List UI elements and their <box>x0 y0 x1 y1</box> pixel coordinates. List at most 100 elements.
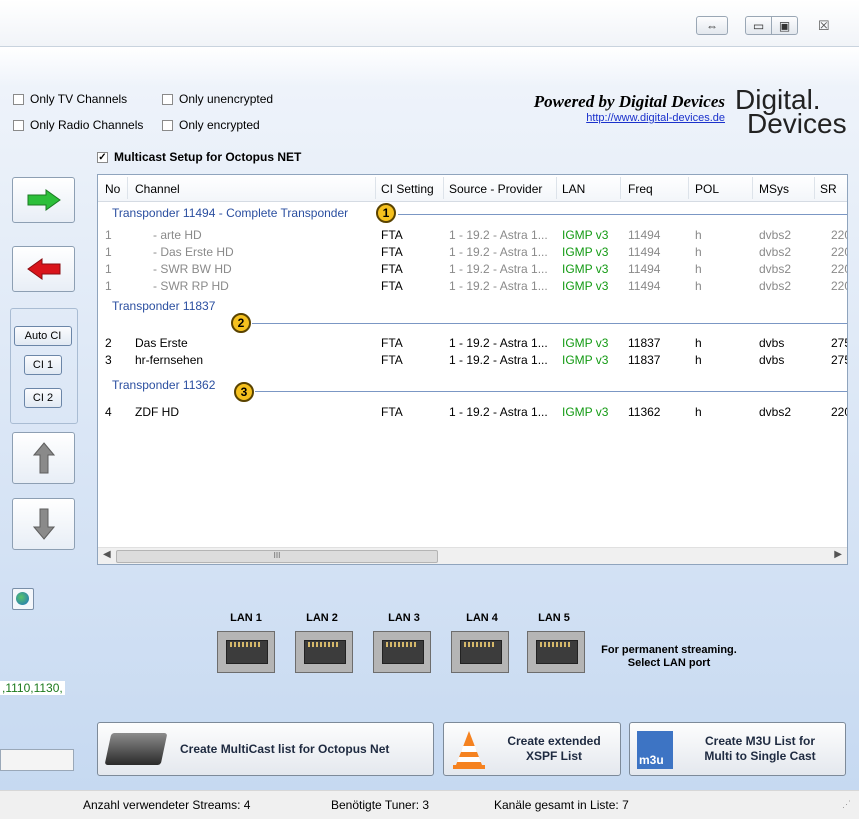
cell-source: 1 - 19.2 - Astra 1... <box>449 262 548 276</box>
only-unencrypted-checkbox[interactable]: Only unencrypted <box>162 92 273 106</box>
close-button[interactable]: ☒ <box>818 18 830 34</box>
powered-by-text: Powered by Digital Devices <box>533 92 725 111</box>
cell-no: 1 <box>105 228 112 242</box>
scroll-left-icon[interactable]: ◀ <box>103 549 111 560</box>
cell-pol: h <box>695 228 702 242</box>
table-row[interactable]: 3 hr-fernsehen FTA 1 - 19.2 - Astra 1...… <box>98 352 847 369</box>
checkbox-box <box>162 93 173 105</box>
status-streams: Anzahl verwendeter Streams: 4 <box>83 798 251 812</box>
multicast-setup-checkbox[interactable]: ✓ Multicast Setup for Octopus NET <box>97 150 301 164</box>
cell-ci: FTA <box>381 228 403 242</box>
table-row[interactable]: 1 - arte HD FTA 1 - 19.2 - Astra 1... IG… <box>98 227 847 244</box>
cell-ci: FTA <box>381 262 403 276</box>
checkbox-box: ✓ <box>97 151 108 163</box>
cell-ci: FTA <box>381 405 403 419</box>
lan-port-3[interactable] <box>373 631 431 673</box>
channel-list-header: No Channel CI Setting Source - Provider … <box>98 175 847 202</box>
cell-sr: 220 <box>831 279 847 293</box>
cell-channel: - arte HD <box>153 228 202 242</box>
table-row[interactable]: 4 ZDF HD FTA 1 - 19.2 - Astra 1... IGMP … <box>98 404 847 421</box>
only-encrypted-checkbox[interactable]: Only encrypted <box>162 118 260 132</box>
cell-lan: IGMP v3 <box>562 336 609 350</box>
col-ci-setting[interactable]: CI Setting <box>381 182 434 196</box>
table-row[interactable]: 1 - Das Erste HD FTA 1 - 19.2 - Astra 1.… <box>98 244 847 261</box>
group-divider-line <box>252 323 847 324</box>
cell-pol: h <box>695 279 702 293</box>
octopus-net-device-icon <box>104 733 168 765</box>
cell-freq: 11362 <box>628 405 661 419</box>
only-tv-checkbox[interactable]: Only TV Channels <box>13 92 127 106</box>
cell-source: 1 - 19.2 - Astra 1... <box>449 405 548 419</box>
cell-ci: FTA <box>381 336 403 350</box>
globe-button[interactable] <box>12 588 34 610</box>
left-bottom-field[interactable] <box>0 749 74 771</box>
website-link[interactable]: http://www.digital-devices.de <box>525 112 725 124</box>
globe-icon <box>16 592 29 605</box>
checkbox-box <box>13 93 24 105</box>
lan-port-1[interactable] <box>217 631 275 673</box>
scroll-right-icon[interactable]: ▶ <box>834 549 842 560</box>
cell-no: 2 <box>105 336 112 350</box>
cell-pol: h <box>695 336 702 350</box>
digital-devices-logo: Digital. Devices <box>735 86 855 138</box>
col-channel[interactable]: Channel <box>135 182 180 196</box>
group-header-1[interactable]: Transponder 11494 - Complete Transponder <box>112 206 348 224</box>
cell-pol: h <box>695 262 702 276</box>
lan-port-2[interactable] <box>295 631 353 673</box>
resize-grip-icon[interactable]: ⋰ <box>842 799 851 810</box>
create-multicast-button[interactable]: Create MultiCast list for Octopus Net <box>97 722 434 776</box>
col-lan[interactable]: LAN <box>562 182 585 196</box>
multicast-setup-label: Multicast Setup for Octopus NET <box>114 150 302 164</box>
scroll-thumb[interactable]: III <box>116 550 438 563</box>
lan-label-2: LAN 2 <box>306 612 338 624</box>
horizontal-scrollbar[interactable]: ◀ III ▶ <box>98 547 847 564</box>
rj45-pins <box>308 642 340 647</box>
expand-icon[interactable]: ⇔ <box>696 16 728 35</box>
table-row[interactable]: 2 Das Erste FTA 1 - 19.2 - Astra 1... IG… <box>98 335 847 352</box>
group-badge-3: 3 <box>234 382 254 402</box>
window-titlebar: ⇔ ▭ ▣ ☒ <box>0 0 859 47</box>
ci2-button[interactable]: CI 2 <box>24 388 62 408</box>
lan-port-4[interactable] <box>451 631 509 673</box>
move-up-button[interactable] <box>12 432 75 484</box>
cell-channel: - SWR BW HD <box>153 262 232 276</box>
group-header-2[interactable]: Transponder 11837 <box>112 299 215 317</box>
channel-list[interactable]: No Channel CI Setting Source - Provider … <box>97 174 848 565</box>
col-pol[interactable]: POL <box>695 182 719 196</box>
lan-port-5[interactable] <box>527 631 585 673</box>
col-sr[interactable]: SR <box>820 182 837 196</box>
cell-freq: 11494 <box>628 262 661 276</box>
add-right-button[interactable] <box>12 177 75 223</box>
lan-label-4: LAN 4 <box>466 612 498 624</box>
create-m3u-button[interactable]: m3u Create M3U List for Multi to Single … <box>629 722 846 776</box>
arrow-down-icon <box>32 508 55 540</box>
group-header-3[interactable]: Transponder 11362 <box>112 378 215 396</box>
cell-sr: 220 <box>831 245 847 259</box>
create-xspf-button[interactable]: Create extended XSPF List <box>443 722 621 776</box>
status-channels: Kanäle gesamt in Liste: 7 <box>494 798 629 812</box>
ci1-button[interactable]: CI 1 <box>24 355 62 375</box>
table-row[interactable]: 1 - SWR BW HD FTA 1 - 19.2 - Astra 1... … <box>98 261 847 278</box>
col-source[interactable]: Source - Provider <box>449 182 542 196</box>
cell-sr: 220 <box>831 228 847 242</box>
table-row[interactable]: 1 - SWR RP HD FTA 1 - 19.2 - Astra 1... … <box>98 278 847 295</box>
remove-left-button[interactable] <box>12 246 75 292</box>
col-freq[interactable]: Freq <box>628 182 653 196</box>
cell-source: 1 - 19.2 - Astra 1... <box>449 245 548 259</box>
rj45-pins <box>386 642 418 647</box>
rj45-pins <box>464 642 496 647</box>
group-badge-2: 2 <box>231 313 251 333</box>
checkbox-box <box>13 119 24 131</box>
lan-label-1: LAN 1 <box>230 612 262 624</box>
only-radio-checkbox[interactable]: Only Radio Channels <box>13 118 143 132</box>
minimize-button[interactable]: ▭ <box>745 16 772 35</box>
lan-label-3: LAN 3 <box>388 612 420 624</box>
cell-source: 1 - 19.2 - Astra 1... <box>449 279 548 293</box>
cell-lan: IGMP v3 <box>562 245 609 259</box>
cell-lan: IGMP v3 <box>562 405 609 419</box>
move-down-button[interactable] <box>12 498 75 550</box>
col-no[interactable]: No <box>105 182 120 196</box>
maximize-button[interactable]: ▣ <box>771 16 798 35</box>
auto-ci-button[interactable]: Auto CI <box>14 326 72 346</box>
col-msys[interactable]: MSys <box>759 182 789 196</box>
